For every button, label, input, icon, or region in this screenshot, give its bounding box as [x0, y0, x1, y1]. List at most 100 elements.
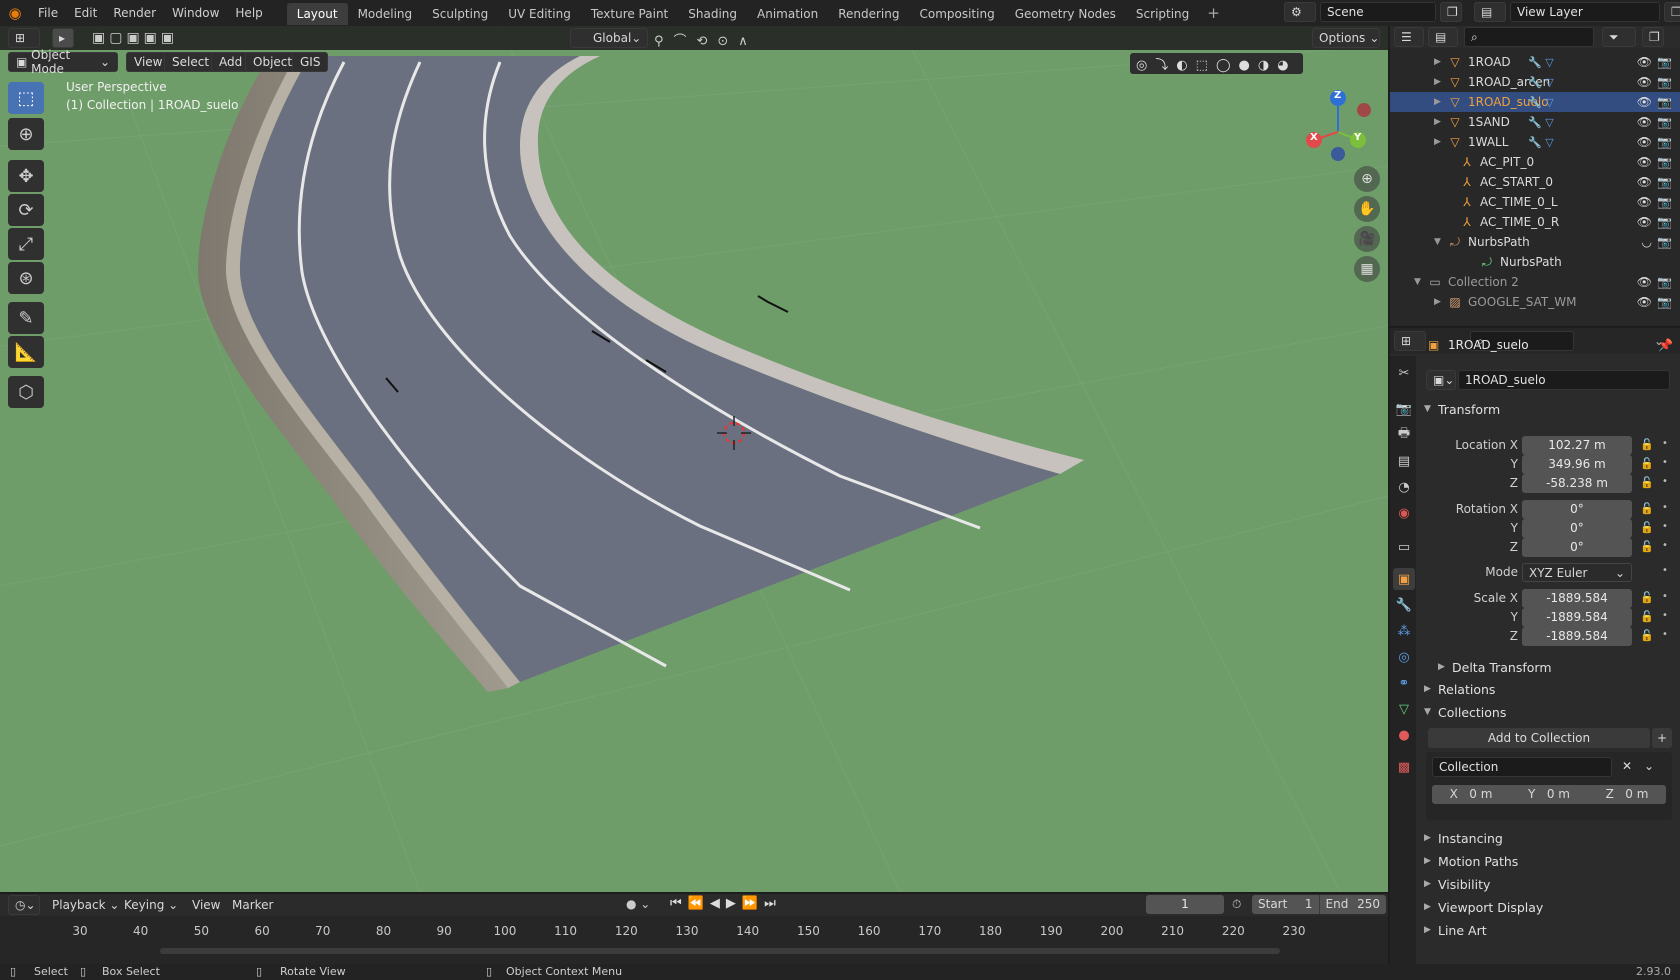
start-value[interactable]: 1	[1305, 895, 1313, 914]
lock-icon[interactable]: 🔓	[1640, 521, 1654, 534]
expand-arrow-icon[interactable]: ▶	[1434, 137, 1446, 147]
lock-icon[interactable]: 🔓	[1640, 610, 1654, 623]
lock-icon[interactable]: 🔓	[1640, 457, 1654, 470]
visibility-eye-icon[interactable]: ◡	[1642, 235, 1652, 249]
move-tool[interactable]: ✥	[8, 160, 44, 192]
frame-range[interactable]: Start 1 End 250	[1252, 895, 1386, 914]
outliner-row[interactable]: ⅄ AC_START_0 👁 📷	[1390, 172, 1680, 192]
pan-hand-icon[interactable]: ✋	[1354, 196, 1380, 222]
cursor-tool[interactable]: ⊕	[8, 118, 44, 150]
viewport-menu-select[interactable]: Select	[164, 52, 218, 72]
lock-icon[interactable]: 🔓	[1640, 540, 1654, 553]
visibility-panel[interactable]: ▶ Visibility	[1424, 873, 1680, 895]
motion-paths-panel[interactable]: ▶ Motion Paths	[1424, 850, 1680, 872]
view-layer-name-field[interactable]: View Layer	[1510, 2, 1660, 22]
outliner-item-name[interactable]: GOOGLE_SAT_WM	[1468, 295, 1576, 309]
outliner-row[interactable]: ▶ ▽ 1ROAD_arcen 🔧 ▽ 👁 📷	[1390, 72, 1680, 92]
modifier-tab-icon[interactable]: 🔧	[1393, 594, 1415, 616]
tab-shading[interactable]: Shading	[678, 3, 747, 25]
transform-panel-header[interactable]: ▼ Transform	[1424, 398, 1680, 420]
menu-edit[interactable]: Edit	[66, 0, 105, 26]
world-tab-icon[interactable]: ◉	[1393, 502, 1415, 524]
outliner-row[interactable]: ▼ ⤾ NurbsPath ◡ 📷	[1390, 232, 1680, 252]
relations-panel[interactable]: ▶ Relations	[1424, 678, 1680, 700]
transform-tool[interactable]: ⊛	[8, 262, 44, 294]
object-mode-dropdown[interactable]: ▣ Object Mode ⌄	[8, 48, 118, 76]
render-camera-icon[interactable]: 📷	[1657, 115, 1672, 129]
scale-z-field[interactable]: -1889.584	[1522, 627, 1632, 646]
tab-layout[interactable]: Layout	[286, 3, 348, 25]
render-camera-icon[interactable]: 📷	[1657, 215, 1672, 229]
render-camera-icon[interactable]: 📷	[1657, 195, 1672, 209]
pivot-snap-icons[interactable]: ⚲⌒⟲⊙∧	[654, 30, 758, 49]
keyframe-dot-icon[interactable]: •	[1662, 521, 1668, 532]
instance-offset-row[interactable]: X 0 m Y 0 m Z 0 m	[1432, 785, 1666, 804]
tab-sculpting[interactable]: Sculpting	[422, 3, 498, 25]
lock-icon[interactable]: 🔓	[1640, 591, 1654, 604]
rotate-tool[interactable]: ⟳	[8, 194, 44, 226]
keyframe-dot-icon[interactable]: •	[1662, 591, 1668, 602]
lock-icon[interactable]: 🔓	[1640, 629, 1654, 642]
shading-buttons[interactable]: ◎⤵◐⬚◯●◑◕	[1130, 53, 1303, 74]
scene-tab-icon[interactable]: ◔	[1393, 476, 1415, 498]
render-tab-icon[interactable]: 📷	[1393, 398, 1415, 420]
outliner-item-name[interactable]: AC_START_0	[1480, 175, 1553, 189]
keyframe-dot-icon[interactable]: •	[1662, 476, 1668, 487]
visibility-eye-icon[interactable]: 👁	[1637, 95, 1652, 109]
outliner-row[interactable]: ⅄ AC_TIME_0_R 👁 📷	[1390, 212, 1680, 232]
timeline-editor-type-icon[interactable]: ◷⌄	[8, 895, 40, 915]
outliner-row[interactable]: ▶ ▽ 1ROAD_suelo 🔧 ▽ 👁 📷	[1390, 92, 1680, 112]
instancing-panel[interactable]: ▶ Instancing	[1424, 827, 1680, 849]
keyframe-dot-icon[interactable]: •	[1662, 629, 1668, 640]
timeline-menu-view[interactable]: View	[192, 898, 220, 912]
offset-y-value[interactable]: 0 m	[1547, 787, 1570, 801]
viewport-menu-gis[interactable]: GIS	[292, 52, 329, 72]
scale-x-field[interactable]: -1889.584	[1522, 589, 1632, 608]
tab-rendering[interactable]: Rendering	[828, 3, 909, 25]
outliner-row[interactable]: ⤾ NurbsPath	[1390, 252, 1680, 272]
visibility-eye-icon[interactable]: 👁	[1637, 75, 1652, 89]
physics-tab-icon[interactable]: ◎	[1393, 646, 1415, 668]
outliner-item-name[interactable]: 1ROAD	[1468, 55, 1511, 69]
rotation-z-field[interactable]: 0°	[1522, 538, 1632, 557]
outliner-row[interactable]: ▶ ▽ 1WALL 🔧 ▽ 👁 📷	[1390, 132, 1680, 152]
keyframe-dot-icon[interactable]: •	[1662, 457, 1668, 468]
expand-arrow-icon[interactable]: ▶	[1434, 77, 1446, 87]
copy-scene-icon[interactable]: ❐	[1440, 2, 1462, 22]
texture-tab-icon[interactable]: ▩	[1393, 756, 1415, 778]
current-frame-field[interactable]: 1	[1146, 895, 1224, 914]
outliner-row[interactable]: ▶ ▽ 1SAND 🔧 ▽ 👁 📷	[1390, 112, 1680, 132]
render-camera-icon[interactable]: 📷	[1657, 175, 1672, 189]
timeline-scrollbar[interactable]	[160, 948, 1280, 954]
render-camera-icon[interactable]: 📷	[1657, 275, 1672, 289]
rotation-y-field[interactable]: 0°	[1522, 519, 1632, 538]
render-camera-icon[interactable]: 📷	[1657, 75, 1672, 89]
timeline-menu-playback[interactable]: Playback ⌄	[52, 898, 119, 912]
material-tab-icon[interactable]: ●	[1393, 724, 1415, 746]
add-to-collection-button[interactable]: Add to Collection	[1428, 728, 1650, 748]
copy-view-layer-icon[interactable]: ❐	[1664, 2, 1680, 22]
outliner-item-name[interactable]: NurbsPath	[1500, 255, 1562, 269]
add-collection-plus-icon[interactable]: +	[1652, 728, 1672, 748]
data-tab-icon[interactable]: ▽	[1393, 698, 1415, 720]
add-workspace-icon[interactable]: +	[1199, 4, 1228, 22]
outliner-item-name[interactable]: AC_PIT_0	[1480, 155, 1534, 169]
rotation-x-field[interactable]: 0°	[1522, 500, 1632, 519]
tab-modeling[interactable]: Modeling	[348, 3, 423, 25]
modifier-wrench-icon[interactable]: 🔧 ▽	[1528, 76, 1554, 89]
scale-y-field[interactable]: -1889.584	[1522, 608, 1632, 627]
zoom-icon[interactable]: ⊕	[1354, 166, 1380, 192]
modifier-wrench-icon[interactable]: 🔧 ▽	[1528, 116, 1554, 129]
visibility-eye-icon[interactable]: 👁	[1637, 195, 1652, 209]
select-box-tool[interactable]: ⬚	[8, 82, 44, 114]
blender-logo-icon[interactable]: ◉	[0, 4, 30, 22]
perspective-toggle-icon[interactable]: ▦	[1354, 256, 1380, 282]
new-collection-icon[interactable]: ❐	[1642, 27, 1664, 47]
datablock-browse-icon[interactable]: ▣⌄	[1426, 370, 1456, 390]
visibility-eye-icon[interactable]: 👁	[1637, 215, 1652, 229]
3d-viewport[interactable]: Z Y X ⊞ ▸ ▣▢▣▣▣ Global ⌄ ⚲⌒⟲⊙∧ Options ⌄ ▣…	[0, 26, 1388, 892]
tool-tab-icon[interactable]: ✂	[1393, 362, 1415, 384]
transform-orientation-dropdown[interactable]: Global ⌄	[570, 28, 648, 48]
timeline-menu-marker[interactable]: Marker	[232, 898, 273, 912]
render-camera-icon[interactable]: 📷	[1657, 235, 1672, 249]
